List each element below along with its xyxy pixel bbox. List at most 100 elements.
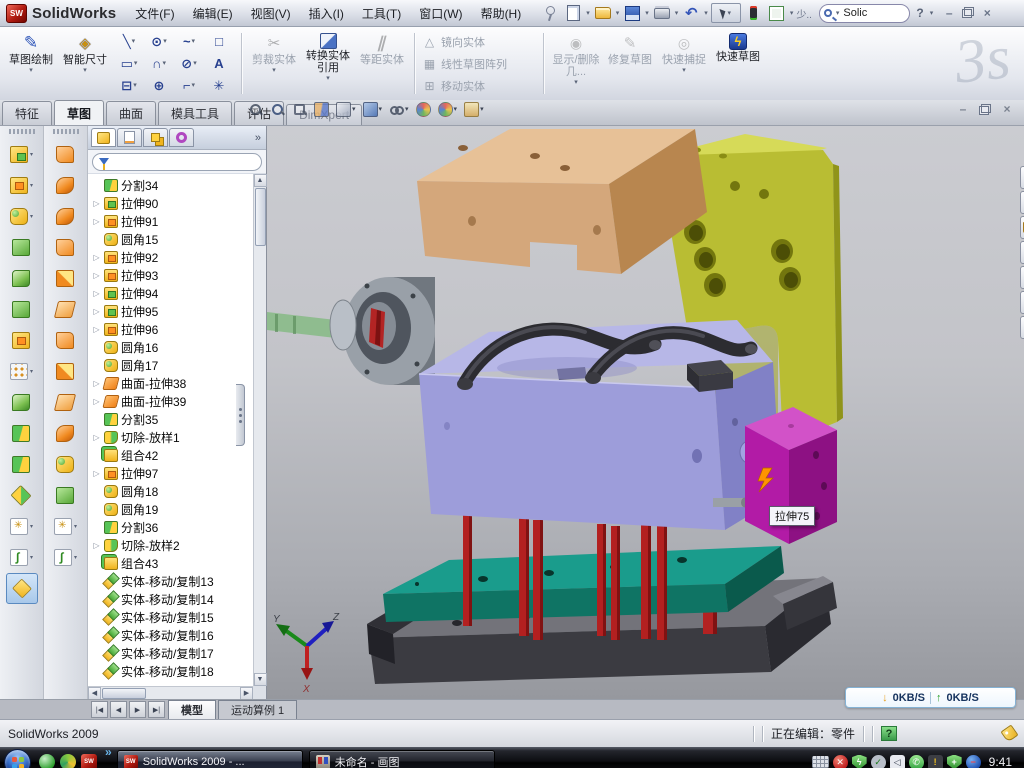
task-pane-button[interactable] [1020,291,1024,314]
model-tab[interactable]: 运动算例 1 [218,700,297,719]
doc-minimize-button[interactable]: – [956,103,970,115]
sketch-entity-button[interactable]: □ ▾ [204,31,234,53]
surfaces-toolbar-button[interactable]: ▾ [56,387,74,418]
command-tab[interactable]: 曲面 [106,101,156,125]
tree-item[interactable]: 圆角15 [90,230,253,248]
tree-item[interactable]: 圆角18 [90,482,253,500]
surfaces-toolbar-button[interactable]: ▾ [56,418,74,449]
features-toolbar-button[interactable]: ▾ [10,201,33,232]
instant3d-button-pressed[interactable] [6,573,38,604]
tree-item[interactable]: 拉伸91 [90,212,253,230]
menu-item[interactable]: 编辑(E) [184,1,242,26]
toolbar-drag-handle[interactable] [9,129,35,134]
task-pane-button[interactable] [1020,241,1024,264]
tree-item[interactable]: 圆角19 [90,500,253,518]
save-button[interactable] [622,3,642,23]
model-tab[interactable]: 模型 [168,700,216,719]
scroll-right-icon[interactable]: ▶ [240,687,253,700]
tree-item[interactable]: 实体-移动/复制13 [90,572,253,590]
expand-arrow-icon[interactable] [92,289,101,298]
surfaces-toolbar-button[interactable]: ▾ [56,449,74,480]
features-toolbar-button[interactable]: ▾ [12,480,30,511]
tree-item[interactable]: 实体-移动/复制18 [90,662,253,680]
tree-item[interactable]: 拉伸93 [90,266,253,284]
cmd-button[interactable]: 快速捕捉 ▾ [657,29,711,98]
hud-button[interactable]: ▾ [438,102,458,117]
surfaces-toolbar-button[interactable]: ▾ [54,511,77,542]
help-button[interactable]: ? [913,6,926,20]
menu-item[interactable]: 帮助(H) [472,1,531,26]
toolbar-drag-handle[interactable] [53,129,79,134]
sketch-entity-button[interactable]: A ▾ [204,53,234,75]
expand-arrow-icon[interactable] [92,379,101,388]
doc-close-button[interactable]: × [1000,103,1014,115]
open-button[interactable] [593,3,613,23]
sketch-entity-button[interactable]: ╲ ▾ [114,31,144,53]
quick-tips-icon[interactable]: ? [881,726,897,741]
tree-horizontal-scrollbar[interactable]: ◀ ▶ [88,686,253,699]
task-pane-button[interactable] [1020,316,1024,339]
features-toolbar-button[interactable]: ▾ [12,232,30,263]
scroll-thumb[interactable] [255,188,266,246]
toolbar-overflow[interactable]: 少.. [796,6,812,21]
tray-icon[interactable]: ϟ [852,755,867,768]
surfaces-toolbar-button[interactable]: ▾ [56,294,74,325]
tree-item[interactable]: 切除-放样1 [90,428,253,446]
tab-nav-button[interactable]: ▶ [129,701,146,718]
options-caret[interactable]: ▾ [790,10,794,17]
panel-splitter-handle[interactable] [236,384,245,446]
minimize-button[interactable]: – [942,7,956,19]
features-toolbar-button[interactable]: ▾ [12,294,30,325]
tree-item[interactable]: 切除-放样2 [90,536,253,554]
cmd-button[interactable]: 显示/删除几... ▾ [549,29,603,98]
cmd-button[interactable]: 修复草图 ▾ [603,29,657,98]
features-toolbar-button[interactable]: ▾ [10,511,33,542]
task-pane-button[interactable] [1020,216,1024,239]
hud-button[interactable]: ▾ [270,102,285,117]
tray-icon[interactable]: ✆ [909,755,924,768]
surfaces-toolbar-button[interactable]: ▾ [56,139,74,170]
command-tab[interactable]: 草图 [54,100,104,125]
expand-arrow-icon[interactable] [92,217,101,226]
surfaces-toolbar-button[interactable]: ▾ [56,263,74,294]
options-button[interactable] [767,3,787,23]
expand-arrow-icon[interactable] [92,433,101,442]
expand-arrow-icon[interactable] [92,541,101,550]
tree-item[interactable]: 分割34 [90,176,253,194]
quick-launch-icon[interactable] [39,754,55,768]
print-caret[interactable]: ▾ [675,10,679,17]
menu-item[interactable]: 插入(I) [300,1,353,26]
surfaces-toolbar-button[interactable]: ▾ [56,201,74,232]
menu-item[interactable]: 窗口(W) [410,1,471,26]
top-plate-part[interactable] [417,129,707,274]
cmd-button[interactable]: 转换实体引用 ▾ [301,29,355,98]
tree-item[interactable]: 实体-移动/复制17 [90,644,253,662]
surfaces-toolbar-button[interactable]: ▾ [56,325,74,356]
new-document-button[interactable] [563,3,583,23]
tree-vertical-scrollbar[interactable]: ▲ ▼ [253,174,266,686]
features-toolbar-button[interactable]: ▾ [12,449,30,480]
cmd-row-button[interactable]: 线性草图阵列 [420,54,538,74]
sketch-entity-button[interactable]: ⊟ ▾ [114,75,144,97]
tree-item[interactable]: 圆角17 [90,356,253,374]
menu-item[interactable]: 文件(F) [126,1,183,26]
keyboard-layout-icon[interactable] [812,756,829,768]
tree-item[interactable]: 分割36 [90,518,253,536]
quick-launch-chevron[interactable]: » [105,747,112,757]
task-pane-button[interactable] [1020,166,1024,189]
command-tab[interactable]: 特征 [2,101,52,125]
tree-item[interactable]: 拉伸97 [90,464,253,482]
tray-icon[interactable]: ! [928,755,943,768]
search-caret[interactable]: ▾ [836,10,840,17]
expand-arrow-icon[interactable] [92,253,101,262]
taskbar-window-button[interactable]: 未命名 - 画图 [309,750,495,768]
panel-overflow-chevron[interactable]: » [255,132,263,144]
surfaces-toolbar-button[interactable]: ▾ [56,232,74,263]
expand-arrow-icon[interactable] [92,325,101,334]
scroll-down-icon[interactable]: ▼ [254,673,267,686]
tree-item[interactable]: 实体-移动/复制16 [90,626,253,644]
features-toolbar-button[interactable]: ▾ [12,418,30,449]
sketch-entity-button[interactable]: ⊘ ▾ [174,53,204,75]
expand-arrow-icon[interactable] [92,307,101,316]
tree-item[interactable]: 曲面-拉伸39 [90,392,253,410]
